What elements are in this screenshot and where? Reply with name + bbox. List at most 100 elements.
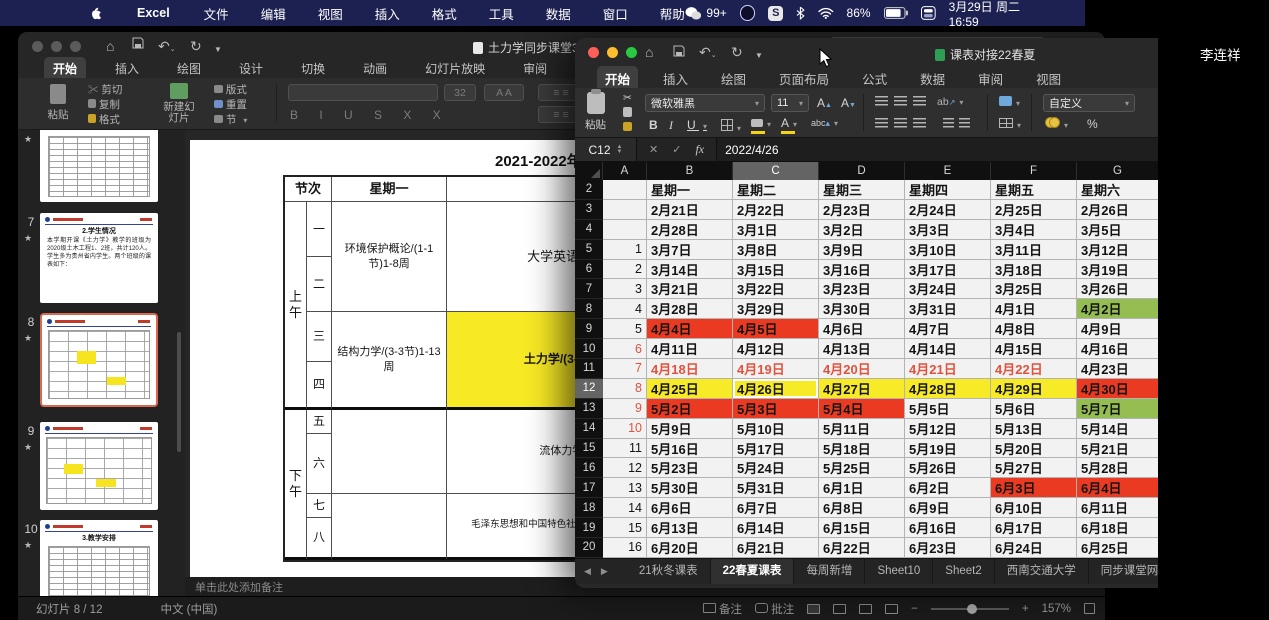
- column-header-B[interactable]: B: [647, 162, 733, 180]
- cell-E2[interactable]: 星期四: [905, 180, 991, 200]
- cell-C6[interactable]: 3月15日: [733, 260, 819, 280]
- cell-A13[interactable]: 9: [603, 399, 647, 419]
- cell-C11[interactable]: 4月19日: [733, 359, 819, 379]
- column-header-G[interactable]: G: [1077, 162, 1158, 180]
- cell-C20[interactable]: 6月21日: [733, 538, 819, 558]
- cell-B2[interactable]: 星期一: [647, 180, 733, 200]
- sheet-tab[interactable]: 同步课堂网教: [1089, 559, 1158, 584]
- slide-9-thumbnail[interactable]: [40, 422, 158, 510]
- close-button[interactable]: [588, 47, 599, 58]
- slide-thumbnail-pane[interactable]: ★ 7 ★ 2.学生情况 本学期开课《土力学》教学的班级为2020级土木工程1、…: [18, 130, 185, 596]
- cell-F3[interactable]: 2月25日: [991, 200, 1077, 220]
- cell-A20[interactable]: 16: [603, 538, 647, 558]
- name-box[interactable]: C12 ▲▼: [575, 138, 637, 161]
- row-header-15[interactable]: 15: [575, 439, 603, 459]
- cell-C2[interactable]: 星期二: [733, 180, 819, 200]
- cell-G16[interactable]: 5月28日: [1077, 458, 1158, 478]
- cell-E3[interactable]: 2月24日: [905, 200, 991, 220]
- excel-grid[interactable]: ABCDEFG2星期一星期二星期三星期四星期五星期六32月21日2月22日2月2…: [575, 162, 1158, 558]
- cell-D2[interactable]: 星期三: [819, 180, 905, 200]
- cell-F13[interactable]: 5月6日: [991, 399, 1077, 419]
- ribbon-tab[interactable]: 审阅: [514, 57, 556, 80]
- menu-item[interactable]: 窗口: [603, 4, 628, 23]
- menubar-clock[interactable]: 3月29日 周二 16:59: [949, 0, 1051, 29]
- sheet-tab[interactable]: 每周新增: [794, 559, 865, 584]
- cell-G13[interactable]: 5月7日: [1077, 399, 1158, 419]
- cell-F10[interactable]: 4月15日: [991, 339, 1077, 359]
- sheet-tab[interactable]: Sheet2: [933, 559, 994, 584]
- cell-C8[interactable]: 3月29日: [733, 299, 819, 319]
- cell-G10[interactable]: 4月16日: [1077, 339, 1158, 359]
- ppt-font-grow-shrink-buttons[interactable]: A A: [484, 84, 524, 101]
- cell-A7[interactable]: 3: [603, 279, 647, 299]
- cell-B16[interactable]: 5月23日: [647, 458, 733, 478]
- row-header-11[interactable]: 11: [575, 359, 603, 379]
- ribbon-tab[interactable]: 公式: [854, 66, 895, 91]
- ppt-copy-button[interactable]: 复制: [88, 97, 120, 112]
- cell-G3[interactable]: 2月26日: [1077, 200, 1158, 220]
- cell-A9[interactable]: 5: [603, 319, 647, 339]
- ppt-font-size-select[interactable]: 32: [444, 84, 476, 101]
- font-size-select[interactable]: 11▾: [771, 94, 809, 112]
- cell-F12[interactable]: 4月29日: [991, 379, 1077, 399]
- zoom-in-button[interactable]: +: [1022, 603, 1029, 615]
- cell-A11[interactable]: 7: [603, 359, 647, 379]
- app-avatar-icon[interactable]: [740, 5, 756, 21]
- cell-D14[interactable]: 5月11日: [819, 419, 905, 439]
- cell-A17[interactable]: 13: [603, 478, 647, 498]
- font-color-button[interactable]: A▾: [781, 116, 797, 134]
- cell-A15[interactable]: 11: [603, 439, 647, 459]
- cell-B12[interactable]: 4月25日: [647, 379, 733, 399]
- ribbon-tab[interactable]: 开始: [44, 57, 86, 80]
- ppt-paste-button[interactable]: 粘贴: [40, 84, 76, 122]
- cell-E15[interactable]: 5月19日: [905, 439, 991, 459]
- cell-F18[interactable]: 6月10日: [991, 498, 1077, 518]
- apple-menu-icon[interactable]: [90, 6, 103, 21]
- ppt-reset-button[interactable]: 重置: [214, 97, 247, 112]
- cell-A8[interactable]: 4: [603, 299, 647, 319]
- cell-F4[interactable]: 3月4日: [991, 220, 1077, 240]
- ribbon-tab[interactable]: 开始: [597, 66, 638, 91]
- reading-view-button[interactable]: [859, 604, 872, 614]
- cell-G2[interactable]: 星期六: [1077, 180, 1158, 200]
- cell-E14[interactable]: 5月12日: [905, 419, 991, 439]
- cell-B15[interactable]: 5月16日: [647, 439, 733, 459]
- enter-icon[interactable]: ✓: [672, 143, 681, 156]
- cell-E8[interactable]: 3月31日: [905, 299, 991, 319]
- cell-G8[interactable]: 4月2日: [1077, 299, 1158, 319]
- ribbon-tab[interactable]: 动画: [354, 57, 396, 80]
- redo-icon[interactable]: ↻: [731, 43, 743, 61]
- cell-A18[interactable]: 14: [603, 498, 647, 518]
- cell-C19[interactable]: 6月14日: [733, 518, 819, 538]
- row-header-17[interactable]: 17: [575, 478, 603, 498]
- cell-C3[interactable]: 2月22日: [733, 200, 819, 220]
- row-header-18[interactable]: 18: [575, 498, 603, 518]
- cell-B5[interactable]: 3月7日: [647, 240, 733, 260]
- slide-8-thumbnail-selected[interactable]: [40, 313, 158, 407]
- cell-D5[interactable]: 3月9日: [819, 240, 905, 260]
- ribbon-tab[interactable]: 页面布局: [771, 66, 837, 91]
- minimize-button[interactable]: [607, 47, 618, 58]
- cell-B11[interactable]: 4月18日: [647, 359, 733, 379]
- cell-F9[interactable]: 4月8日: [991, 319, 1077, 339]
- ribbon-tab[interactable]: 插入: [106, 57, 148, 80]
- cell-A6[interactable]: 2: [603, 260, 647, 280]
- undo-icon[interactable]: ↶⌄: [699, 43, 717, 65]
- cell-A4[interactable]: [603, 220, 647, 240]
- active-app-name[interactable]: Excel: [137, 6, 170, 20]
- cell-C13[interactable]: 5月3日: [733, 399, 819, 419]
- cell-F19[interactable]: 6月17日: [991, 518, 1077, 538]
- cell-G4[interactable]: 3月5日: [1077, 220, 1158, 240]
- cell-F11[interactable]: 4月22日: [991, 359, 1077, 379]
- cell-E12[interactable]: 4月28日: [905, 379, 991, 399]
- sheet-tab[interactable]: Sheet10: [865, 559, 933, 584]
- cell-G18[interactable]: 6月11日: [1077, 498, 1158, 518]
- format-painter-icon[interactable]: [623, 122, 632, 134]
- cell-C16[interactable]: 5月24日: [733, 458, 819, 478]
- cell-D8[interactable]: 3月30日: [819, 299, 905, 319]
- accounting-format-button[interactable]: ▾: [1045, 117, 1068, 131]
- cell-G14[interactable]: 5月14日: [1077, 419, 1158, 439]
- menu-item[interactable]: 帮助: [660, 4, 685, 23]
- wechat-icon[interactable]: [685, 6, 702, 21]
- cell-C15[interactable]: 5月17日: [733, 439, 819, 459]
